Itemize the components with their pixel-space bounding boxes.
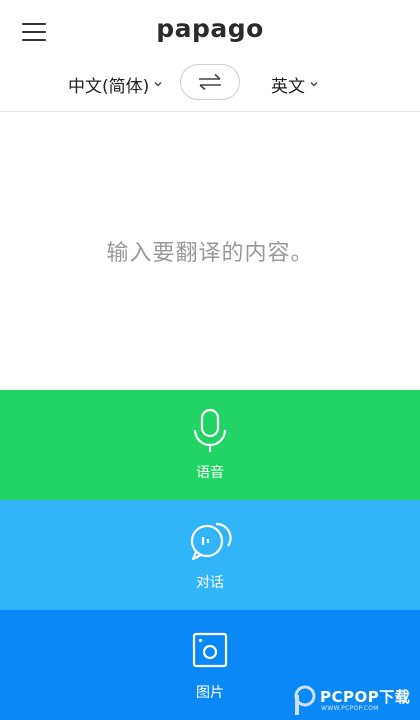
conversation-label: 对话 (196, 575, 224, 591)
site-watermark: PCPOP下载 WWW.PCPOP.COM (290, 680, 420, 720)
swap-languages-button[interactable] (180, 64, 240, 100)
chevron-down-icon (310, 82, 318, 87)
text-input-area[interactable]: 输入要翻译的内容。 (0, 113, 420, 390)
app-header: papago (0, 0, 420, 62)
source-language-selector[interactable]: 中文(简体) (68, 70, 163, 98)
chevron-down-icon (154, 82, 162, 87)
target-language-label: 英文 (271, 76, 305, 97)
watermark-subtext: WWW.PCPOP.COM (321, 705, 379, 712)
language-bar: 中文(简体) 英文 (0, 62, 420, 112)
target-language-selector[interactable]: 英文 (271, 70, 319, 98)
input-placeholder: 输入要翻译的内容。 (106, 241, 314, 266)
app-logo: papago (156, 14, 264, 43)
conversation-button[interactable]: 对话 (0, 500, 420, 610)
microphone-icon (193, 408, 227, 452)
conversation-icon (190, 522, 232, 561)
swap-arrows-icon (199, 73, 221, 91)
image-icon (192, 632, 228, 668)
voice-label: 语音 (196, 465, 224, 481)
source-language-label: 中文(简体) (68, 76, 150, 97)
watermark-text: PCPOP下载 (320, 688, 411, 706)
watermark-logo-icon (294, 685, 316, 715)
voice-button[interactable]: 语音 (0, 390, 420, 500)
